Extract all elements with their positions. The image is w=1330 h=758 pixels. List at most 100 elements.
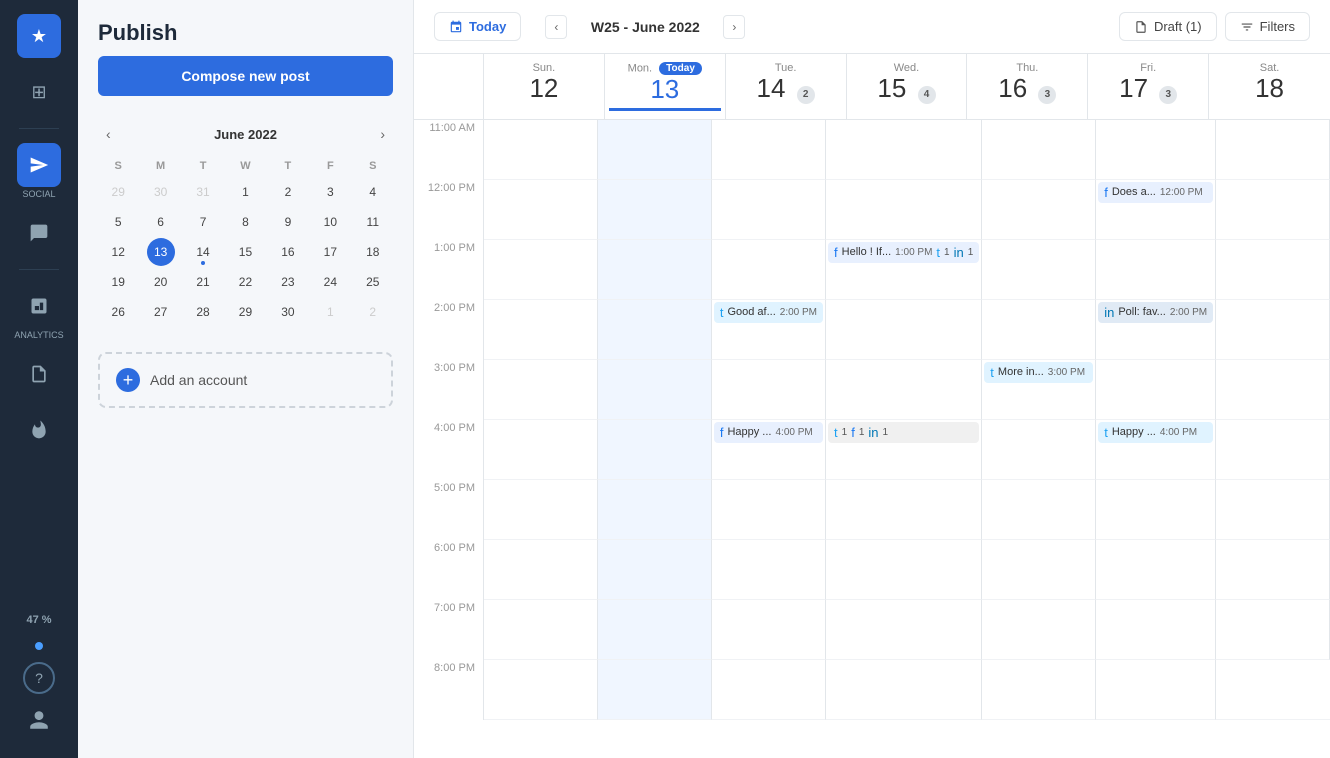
cell-sat-4pm[interactable] xyxy=(1216,420,1330,480)
cell-sat-7pm[interactable] xyxy=(1216,600,1330,660)
cal-day-2-next[interactable]: 2 xyxy=(359,298,387,326)
cell-fri-11am[interactable] xyxy=(1096,120,1216,180)
cal-day-14[interactable]: 14 xyxy=(189,238,217,266)
cal-day-6[interactable]: 6 xyxy=(147,208,175,236)
cell-sat-6pm[interactable] xyxy=(1216,540,1330,600)
event-happy-tue[interactable]: f Happy ... 4:00 PM xyxy=(714,422,823,443)
cell-tue-4pm[interactable]: f Happy ... 4:00 PM xyxy=(712,420,826,480)
cell-mon-7pm[interactable] xyxy=(598,600,712,660)
cal-day-28[interactable]: 28 xyxy=(189,298,217,326)
cell-wed-1pm[interactable]: f Hello ! If... 1:00 PM t1 in1 xyxy=(826,240,982,300)
cell-thu-5pm[interactable] xyxy=(982,480,1096,540)
cal-day-30[interactable]: 30 xyxy=(274,298,302,326)
cal-day-1[interactable]: 1 xyxy=(231,178,259,206)
cell-tue-5pm[interactable] xyxy=(712,480,826,540)
cal-day-29[interactable]: 29 xyxy=(231,298,259,326)
event-poll-fav[interactable]: in Poll: fav... 2:00 PM xyxy=(1098,302,1213,323)
cell-wed-11am[interactable] xyxy=(826,120,982,180)
grid-icon[interactable]: ⊞ xyxy=(17,70,61,114)
cell-sun-7pm[interactable] xyxy=(484,600,598,660)
cell-fri-8pm[interactable] xyxy=(1096,660,1216,720)
draft-button[interactable]: Draft (1) xyxy=(1119,12,1217,41)
cell-sun-2pm[interactable] xyxy=(484,300,598,360)
cal-day-11[interactable]: 11 xyxy=(359,208,387,236)
cell-mon-6pm[interactable] xyxy=(598,540,712,600)
cal-day-31-prev[interactable]: 31 xyxy=(189,178,217,206)
cell-wed-12pm[interactable] xyxy=(826,180,982,240)
cell-tue-2pm[interactable]: t Good af... 2:00 PM xyxy=(712,300,826,360)
cell-sun-4pm[interactable] xyxy=(484,420,598,480)
cell-tue-11am[interactable] xyxy=(712,120,826,180)
event-happy-fri[interactable]: t Happy ... 4:00 PM xyxy=(1098,422,1213,443)
analytics-icon[interactable] xyxy=(17,284,61,328)
cell-sat-5pm[interactable] xyxy=(1216,480,1330,540)
event-hello[interactable]: f Hello ! If... 1:00 PM t1 in1 xyxy=(828,242,979,263)
cell-wed-6pm[interactable] xyxy=(826,540,982,600)
send-icon[interactable] xyxy=(17,143,61,187)
cell-tue-1pm[interactable] xyxy=(712,240,826,300)
cell-mon-1pm[interactable] xyxy=(598,240,712,300)
cal-day-17[interactable]: 17 xyxy=(316,238,344,266)
cell-fri-3pm[interactable] xyxy=(1096,360,1216,420)
cal-day-3[interactable]: 3 xyxy=(316,178,344,206)
event-multi-wed[interactable]: t1 f1 in1 xyxy=(828,422,979,443)
cell-mon-5pm[interactable] xyxy=(598,480,712,540)
cell-tue-6pm[interactable] xyxy=(712,540,826,600)
cal-day-2[interactable]: 2 xyxy=(274,178,302,206)
help-icon[interactable]: ? xyxy=(23,662,55,694)
cell-wed-8pm[interactable] xyxy=(826,660,982,720)
cell-fri-4pm[interactable]: t Happy ... 4:00 PM xyxy=(1096,420,1216,480)
event-more-in[interactable]: t More in... 3:00 PM xyxy=(984,362,1093,383)
cell-thu-12pm[interactable] xyxy=(982,180,1096,240)
cell-sun-5pm[interactable] xyxy=(484,480,598,540)
cell-thu-8pm[interactable] xyxy=(982,660,1096,720)
cal-day-21[interactable]: 21 xyxy=(189,268,217,296)
next-month-button[interactable]: › xyxy=(372,122,393,146)
cell-sat-1pm[interactable] xyxy=(1216,240,1330,300)
today-button[interactable]: Today xyxy=(434,12,521,41)
cell-thu-11am[interactable] xyxy=(982,120,1096,180)
report-icon[interactable] xyxy=(17,352,61,396)
cal-day-20[interactable]: 20 xyxy=(147,268,175,296)
cal-day-19[interactable]: 19 xyxy=(104,268,132,296)
cal-day-9[interactable]: 9 xyxy=(274,208,302,236)
cell-fri-12pm[interactable]: f Does a... 12:00 PM xyxy=(1096,180,1216,240)
cal-day-24[interactable]: 24 xyxy=(316,268,344,296)
cell-mon-8pm[interactable] xyxy=(598,660,712,720)
cell-mon-11am[interactable] xyxy=(598,120,712,180)
star-icon[interactable]: ★ xyxy=(17,14,61,58)
cal-day-30-prev[interactable]: 30 xyxy=(147,178,175,206)
cell-fri-7pm[interactable] xyxy=(1096,600,1216,660)
cell-fri-6pm[interactable] xyxy=(1096,540,1216,600)
cal-day-18[interactable]: 18 xyxy=(359,238,387,266)
cell-fri-2pm[interactable]: in Poll: fav... 2:00 PM xyxy=(1096,300,1216,360)
cell-fri-5pm[interactable] xyxy=(1096,480,1216,540)
cal-day-26[interactable]: 26 xyxy=(104,298,132,326)
cell-fri-1pm[interactable] xyxy=(1096,240,1216,300)
cal-day-12[interactable]: 12 xyxy=(104,238,132,266)
cell-wed-2pm[interactable] xyxy=(826,300,982,360)
user-icon[interactable] xyxy=(21,702,57,738)
add-account-button[interactable]: + Add an account xyxy=(98,352,393,408)
cell-thu-7pm[interactable] xyxy=(982,600,1096,660)
cal-day-22[interactable]: 22 xyxy=(231,268,259,296)
cell-tue-8pm[interactable] xyxy=(712,660,826,720)
cal-day-15[interactable]: 15 xyxy=(231,238,259,266)
event-good-af[interactable]: t Good af... 2:00 PM xyxy=(714,302,823,323)
cal-day-8[interactable]: 8 xyxy=(231,208,259,236)
cal-day-23[interactable]: 23 xyxy=(274,268,302,296)
cal-day-16[interactable]: 16 xyxy=(274,238,302,266)
compose-button[interactable]: Compose new post xyxy=(98,56,393,96)
cell-sun-11am[interactable] xyxy=(484,120,598,180)
cell-mon-12pm[interactable] xyxy=(598,180,712,240)
cell-sun-8pm[interactable] xyxy=(484,660,598,720)
fire-icon[interactable] xyxy=(17,408,61,452)
cell-sat-3pm[interactable] xyxy=(1216,360,1330,420)
cell-mon-2pm[interactable] xyxy=(598,300,712,360)
cell-sun-3pm[interactable] xyxy=(484,360,598,420)
chat-icon[interactable] xyxy=(17,211,61,255)
cell-thu-1pm[interactable] xyxy=(982,240,1096,300)
cell-mon-4pm[interactable] xyxy=(598,420,712,480)
cell-wed-7pm[interactable] xyxy=(826,600,982,660)
cell-tue-3pm[interactable] xyxy=(712,360,826,420)
